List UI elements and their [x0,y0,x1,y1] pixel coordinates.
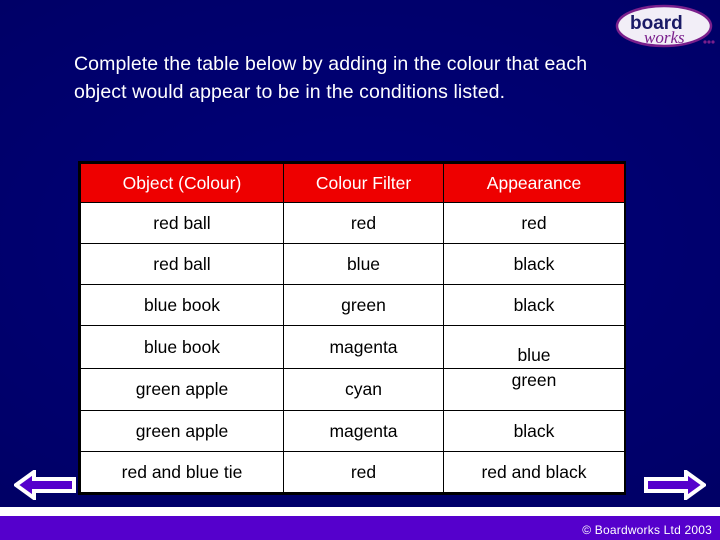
cell-appearance: red [443,202,625,244]
table-row: green apple cyan green [80,368,625,411]
cell-appearance: black [443,284,625,326]
cell-appearance: blue [443,325,625,369]
column-header-object: Object (Colour) [80,163,284,203]
back-arrow-button[interactable] [14,470,76,500]
cell-appearance: green [443,368,625,411]
footer-white-stripe [0,507,720,516]
cell-filter: red [283,202,444,244]
cell-object: blue book [80,325,284,369]
table-row: blue book magenta blue [80,325,625,369]
slide-canvas: board works Complete the table below by … [0,0,720,540]
table-body: red ball red red red ball blue black blu… [80,202,625,493]
cell-filter: green [283,284,444,326]
table-row: red and blue tie red red and black [80,451,625,493]
table-row: blue book green black [80,284,625,326]
cell-filter: cyan [283,368,444,411]
cell-appearance: black [443,243,625,285]
column-header-appearance: Appearance [443,163,625,203]
cell-filter: red [283,451,444,493]
cell-appearance: black [443,410,625,452]
cell-filter: magenta [283,410,444,452]
table-row: green apple magenta black [80,410,625,452]
cell-object: red ball [80,202,284,244]
boardworks-logo: board works [612,2,716,50]
cell-filter: blue [283,243,444,285]
table-row: red ball red red [80,202,625,244]
cell-object: red and blue tie [80,451,284,493]
cell-object: blue book [80,284,284,326]
column-header-filter: Colour Filter [283,163,444,203]
cell-filter: magenta [283,325,444,369]
copyright-text: © Boardworks Ltd 2003 [582,523,712,537]
cell-object: red ball [80,243,284,285]
cell-object: green apple [80,410,284,452]
next-arrow-button[interactable] [644,470,706,500]
svg-text:works: works [644,28,685,47]
table-row: red ball blue black [80,243,625,285]
instruction-text: Complete the table below by adding in th… [74,53,588,103]
cell-appearance: red and black [443,451,625,493]
table-header-row: Object (Colour) Colour Filter Appearance [80,163,625,203]
cell-object: green apple [80,368,284,411]
colour-filter-table: Object (Colour) Colour Filter Appearance… [78,161,626,495]
